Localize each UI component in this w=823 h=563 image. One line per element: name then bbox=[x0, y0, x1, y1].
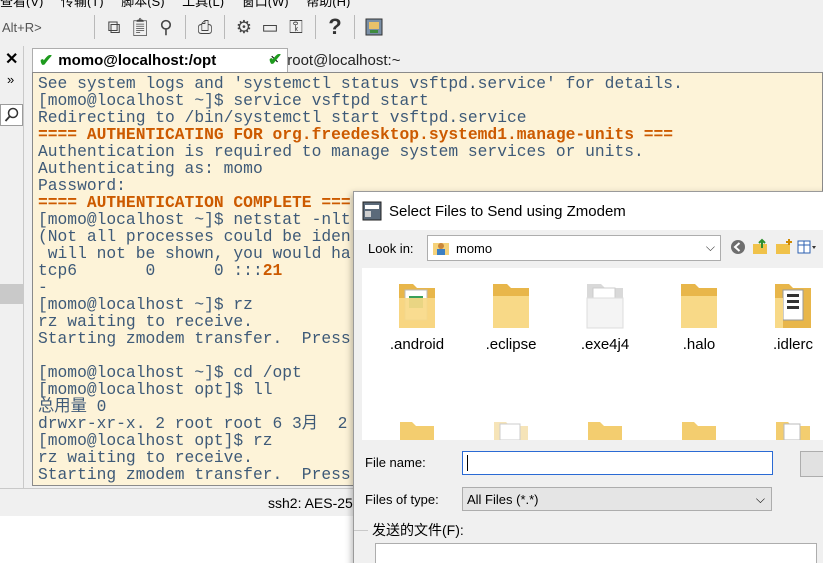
look-in-dropdown[interactable]: momo ⌵ bbox=[427, 235, 721, 261]
folder-with-files-icon bbox=[775, 284, 811, 328]
connected-check-icon: ✔ bbox=[268, 50, 283, 69]
file-item-folder[interactable]: .android bbox=[374, 278, 460, 353]
look-in-value: momo bbox=[456, 240, 493, 256]
folder-icon[interactable] bbox=[680, 420, 720, 440]
command-shortcut-hint: Alt+R> bbox=[2, 19, 42, 35]
terminal-line-text: tcp6 0 0 ::: bbox=[38, 261, 263, 280]
session-selection-highlight bbox=[0, 284, 23, 304]
group-divider bbox=[354, 530, 368, 531]
settings-gear-icon[interactable]: ⚙ bbox=[231, 14, 257, 40]
terminal-line: Authentication is required to manage sys… bbox=[38, 143, 683, 160]
help-icon[interactable]: ? bbox=[322, 14, 348, 40]
folder-icon[interactable] bbox=[774, 420, 814, 440]
file-item-folder[interactable]: .exe4j4 bbox=[562, 278, 648, 353]
session-search-box[interactable] bbox=[0, 104, 23, 126]
file-item-folder[interactable]: .halo bbox=[656, 278, 742, 353]
sent-files-label: 发送的文件(F): bbox=[372, 522, 464, 538]
tab-label: momo@localhost:/opt bbox=[58, 52, 217, 69]
up-folder-icon[interactable] bbox=[751, 237, 771, 257]
dialog-title: Select Files to Send using Zmodem bbox=[389, 202, 626, 220]
folder-icon[interactable] bbox=[492, 420, 532, 440]
file-name-label: File name: bbox=[365, 455, 426, 470]
chevron-down-icon: ⌵ bbox=[705, 240, 715, 254]
back-icon[interactable] bbox=[728, 237, 748, 257]
user-folder-icon bbox=[433, 243, 449, 255]
terminal-line: See system logs and 'systemctl status vs… bbox=[38, 75, 683, 92]
print-icon[interactable]: ⎙ bbox=[192, 14, 218, 40]
add-button[interactable] bbox=[800, 451, 823, 477]
tab-root-home[interactable]: ✔ root@localhost:~ bbox=[262, 48, 462, 72]
file-type-label: Files of type: bbox=[365, 492, 439, 507]
file-name: .android bbox=[389, 336, 445, 353]
file-name: .halo bbox=[682, 336, 716, 353]
sftp-icon[interactable] bbox=[361, 14, 387, 40]
tab-momo-opt[interactable]: ✔ momo@localhost:/opt × bbox=[32, 48, 288, 72]
text-caret bbox=[467, 455, 468, 471]
paste-icon[interactable]: 📋︎ bbox=[127, 14, 153, 40]
new-folder-icon[interactable] bbox=[774, 237, 794, 257]
folder-with-files-icon bbox=[399, 284, 435, 328]
copy-icon[interactable]: ⧉ bbox=[101, 14, 127, 40]
toolbar-separator bbox=[315, 15, 316, 39]
dialog-titlebar: Select Files to Send using Zmodem bbox=[354, 192, 823, 230]
file-type-dropdown[interactable]: All Files (*.*) ⌵ bbox=[462, 487, 772, 511]
zmodem-file-dialog: Select Files to Send using Zmodem Look i… bbox=[353, 191, 823, 563]
toolbar-separator bbox=[354, 15, 355, 39]
terminal-highlight: 21 bbox=[262, 261, 283, 280]
toolbar-separator bbox=[94, 15, 95, 39]
menu-bar: 查看(V) 传输(T) 脚本(S) 工具(L) 窗口(W) 帮助(H) bbox=[0, 0, 823, 9]
terminal-line: [momo@localhost ~]$ service vsftpd start bbox=[38, 92, 683, 109]
file-item-folder[interactable]: .idlerc bbox=[750, 278, 823, 353]
tab-label: root@localhost:~ bbox=[287, 51, 401, 69]
terminal-line-text: Starting zmodem transfer. Press bbox=[38, 465, 351, 484]
keymap-icon[interactable]: ▭ bbox=[257, 14, 283, 40]
dialog-nav-buttons bbox=[728, 237, 817, 257]
search-icon bbox=[4, 107, 19, 122]
folder-icon[interactable] bbox=[586, 420, 626, 440]
folder-icon[interactable] bbox=[398, 420, 438, 440]
toolbar: Alt+R> ⧉ 📋︎ ⚲ ⎙ ⚙ ▭ ⚿ ? bbox=[0, 8, 823, 46]
expand-chevron-icon[interactable]: » bbox=[7, 72, 14, 87]
file-item-folder[interactable]: .eclipse bbox=[468, 278, 554, 353]
chevron-down-icon: ⌵ bbox=[755, 492, 765, 506]
folder-icon bbox=[681, 284, 717, 328]
file-name: .exe4j4 bbox=[580, 336, 630, 353]
close-pane-icon[interactable]: ✕ bbox=[5, 49, 18, 69]
key-icon[interactable]: ⚿ bbox=[283, 14, 309, 40]
sent-files-list[interactable] bbox=[375, 543, 817, 563]
terminal-line: Authenticating as: momo bbox=[38, 160, 683, 177]
find-binoculars-icon[interactable]: ⚲ bbox=[153, 14, 179, 40]
session-tab-bar: ✔ momo@localhost:/opt × ✔ root@localhost… bbox=[24, 46, 823, 72]
view-menu-icon[interactable] bbox=[797, 237, 817, 257]
folder-icon bbox=[586, 284, 624, 329]
file-type-value: All Files (*.*) bbox=[467, 491, 539, 507]
connected-check-icon: ✔ bbox=[39, 50, 54, 70]
file-name: .eclipse bbox=[485, 336, 537, 353]
look-in-label: Look in: bbox=[368, 241, 414, 256]
file-list[interactable]: .android .eclipse .exe4j4 .halo .idlerc bbox=[362, 268, 823, 440]
app-icon bbox=[362, 201, 382, 221]
file-name: .idlerc bbox=[772, 336, 813, 353]
folder-icon bbox=[493, 284, 529, 328]
toolbar-separator bbox=[185, 15, 186, 39]
securecrt-window: 查看(V) 传输(T) 脚本(S) 工具(L) 窗口(W) 帮助(H) Alt+… bbox=[0, 0, 823, 563]
terminal-line: ==== AUTHENTICATING FOR org.freedesktop.… bbox=[38, 126, 683, 143]
session-manager-strip: ✕ » bbox=[0, 46, 24, 488]
terminal-line: Redirecting to /bin/systemctl start vsft… bbox=[38, 109, 683, 126]
toolbar-separator bbox=[224, 15, 225, 39]
terminal-line-text: Starting zmodem transfer. Press bbox=[38, 329, 351, 348]
file-name-input[interactable] bbox=[462, 451, 773, 475]
status-cipher: ssh2: AES-25 bbox=[268, 495, 353, 511]
